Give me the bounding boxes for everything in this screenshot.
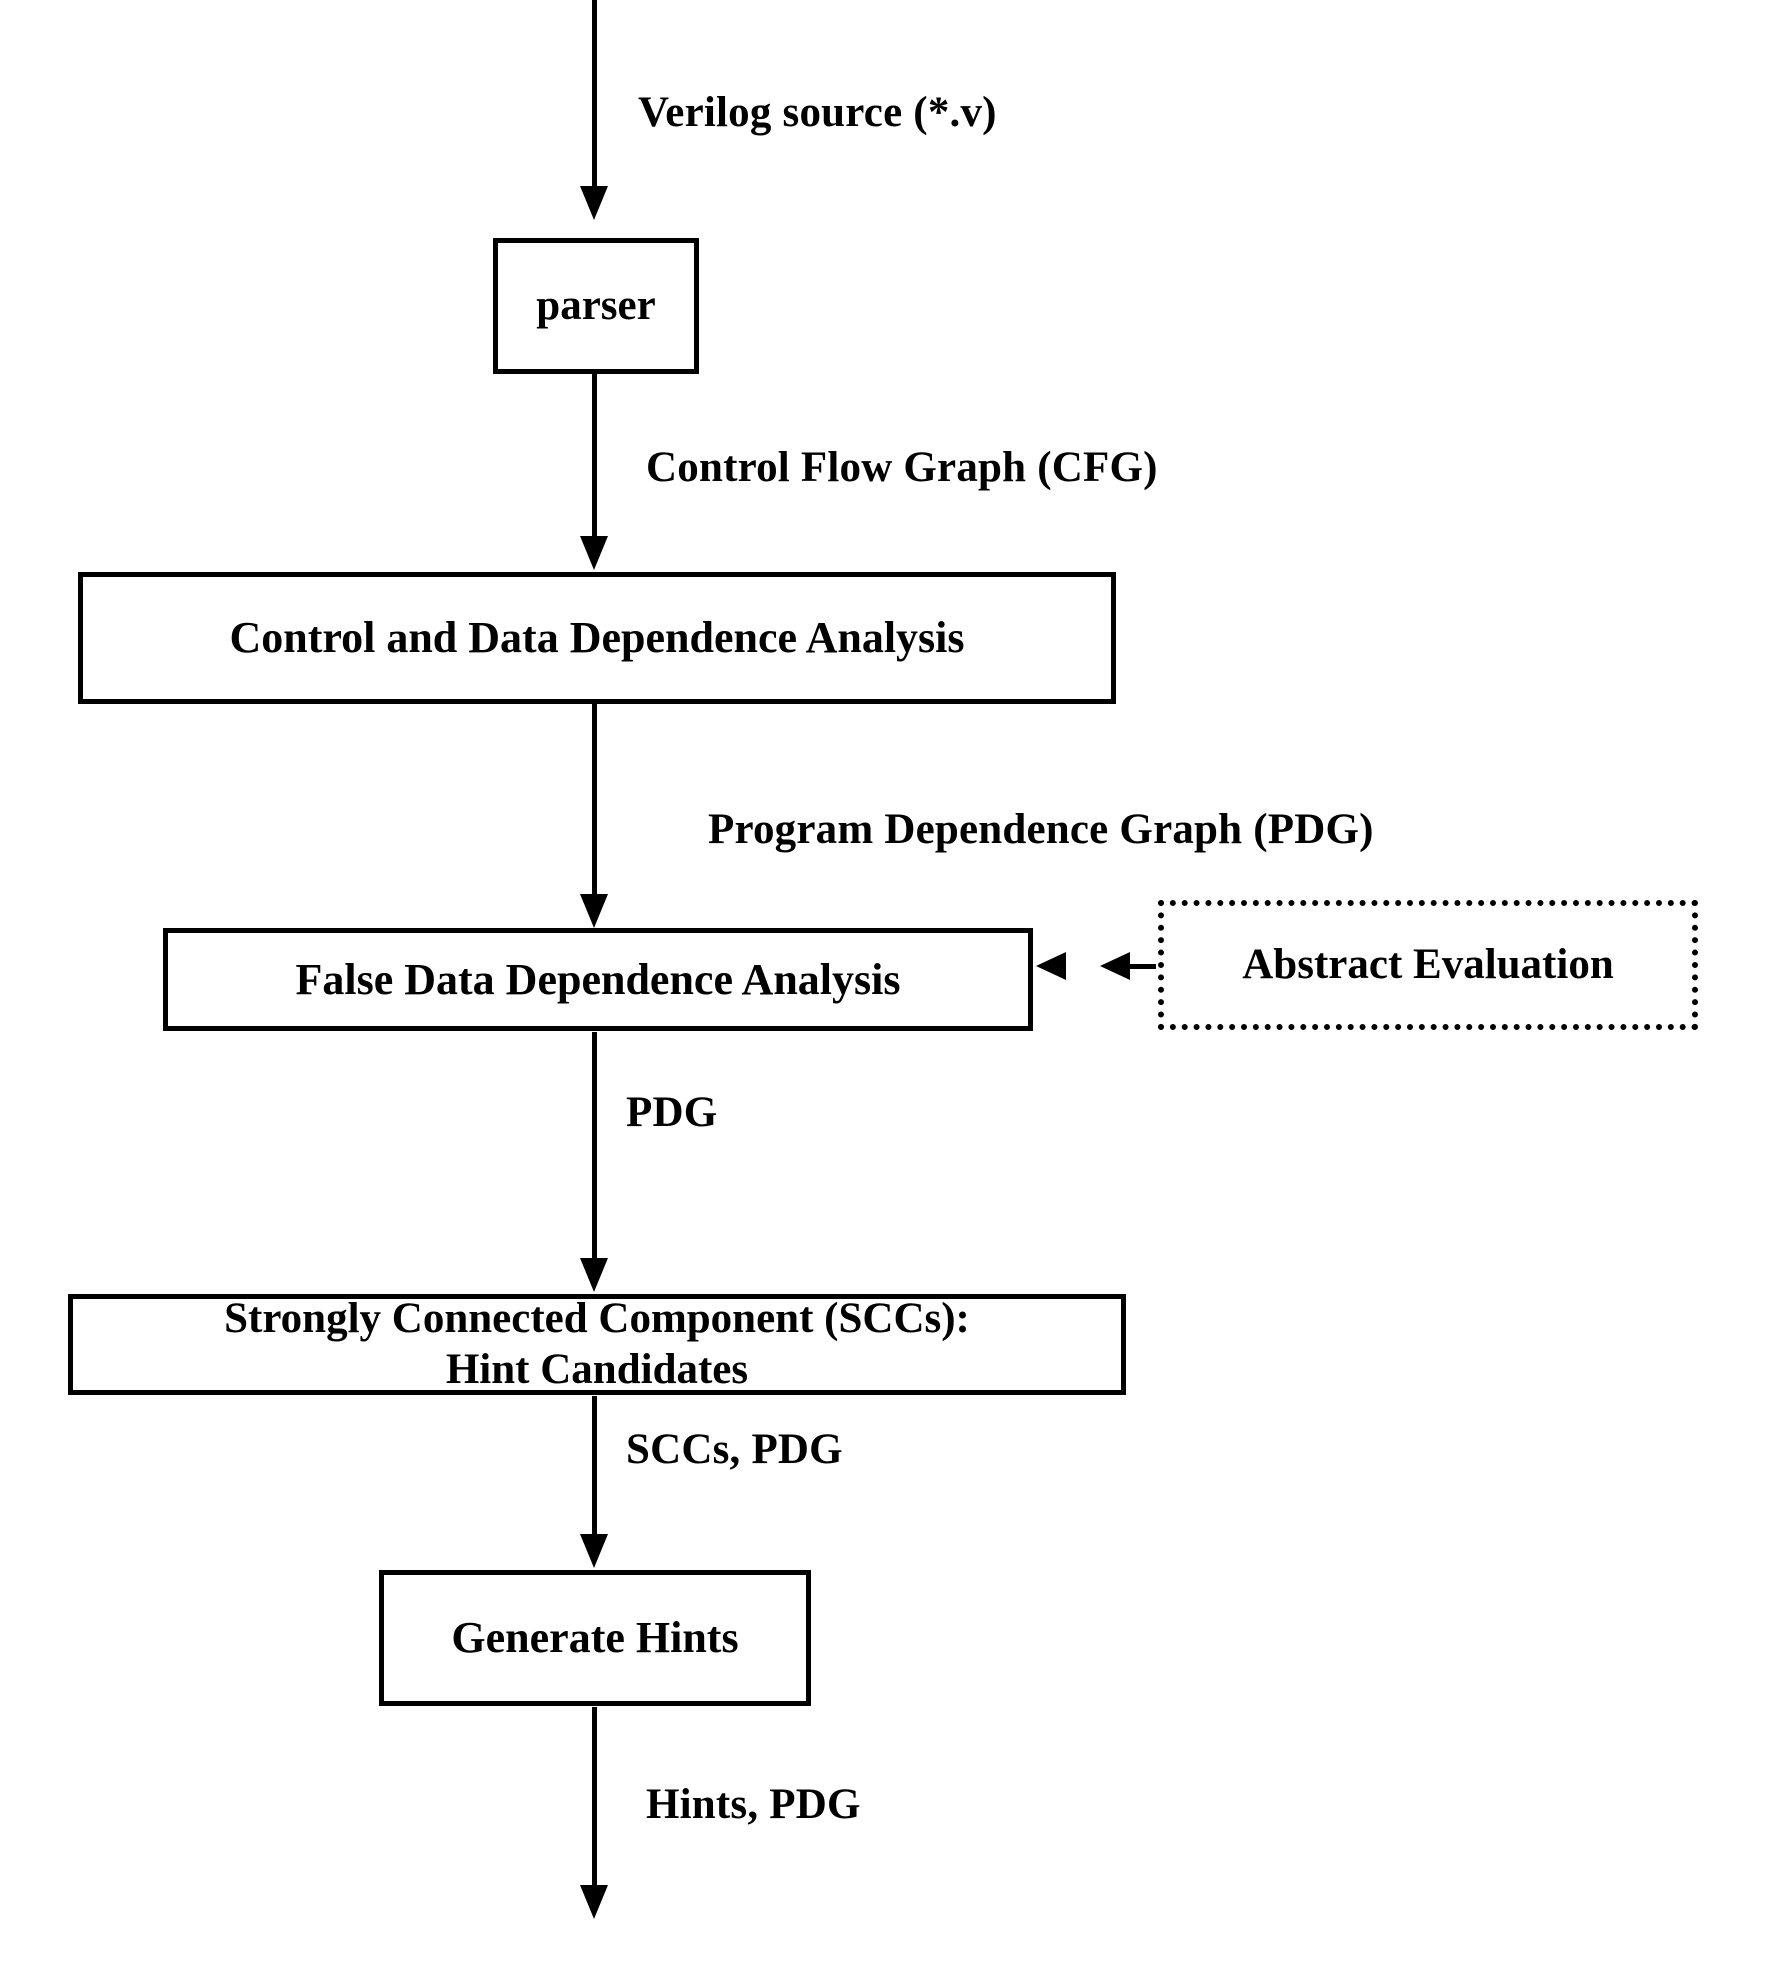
edge-label-verilog-source: Verilog source (*.v) <box>638 89 997 136</box>
edge-abstract-eval-arrowhead-inner <box>1036 952 1066 980</box>
edge-cfg-line <box>592 374 597 538</box>
edge-abstract-eval-arrowhead-outer <box>1100 952 1130 980</box>
node-parser[interactable]: parser <box>493 238 699 374</box>
node-parser-label: parser <box>536 281 656 329</box>
edge-label-sccs-pdg: SCCs, PDG <box>626 1426 843 1473</box>
edge-sccs-pdg-arrowhead <box>580 1534 608 1568</box>
edge-input-arrowhead <box>580 186 608 220</box>
node-scc-label-line2: Hint Candidates <box>445 1345 749 1393</box>
node-strongly-connected-component[interactable]: Strongly Connected Component (SCCs): Hin… <box>68 1294 1126 1395</box>
node-false-data-dependence-analysis[interactable]: False Data Dependence Analysis <box>163 928 1033 1031</box>
node-generate-hints[interactable]: Generate Hints <box>379 1570 811 1706</box>
edge-label-pdg-full: Program Dependence Graph (PDG) <box>708 806 1374 853</box>
node-generate-hints-label: Generate Hints <box>451 1613 739 1663</box>
node-scc-label-line1: Strongly Connected Component (SCCs): <box>224 1294 970 1342</box>
edge-output-line <box>592 1707 597 1889</box>
edge-cfg-arrowhead <box>580 536 608 570</box>
edge-sccs-pdg-line <box>592 1396 597 1536</box>
edge-pdg2-arrowhead <box>580 1258 608 1292</box>
edge-label-pdg: PDG <box>626 1089 718 1136</box>
edge-label-cfg: Control Flow Graph (CFG) <box>646 444 1158 491</box>
edge-label-hints-pdg: Hints, PDG <box>646 1781 861 1828</box>
edge-pdg1-arrowhead <box>580 894 608 928</box>
edge-output-arrowhead <box>580 1885 608 1919</box>
edge-pdg1-line <box>592 704 597 896</box>
edge-pdg2-line <box>592 1032 597 1260</box>
node-fdda-label: False Data Dependence Analysis <box>295 954 901 1004</box>
node-abstract-evaluation[interactable]: Abstract Evaluation <box>1158 900 1698 1030</box>
node-abstract-evaluation-label: Abstract Evaluation <box>1242 940 1614 988</box>
edge-input-line <box>592 0 597 190</box>
node-cdda-label: Control and Data Dependence Analysis <box>229 613 965 663</box>
flowchart-canvas: Verilog source (*.v) parser Control Flow… <box>0 0 1775 1987</box>
node-control-and-data-dependence-analysis[interactable]: Control and Data Dependence Analysis <box>78 572 1116 704</box>
edge-abstract-eval-stub <box>1130 964 1156 969</box>
